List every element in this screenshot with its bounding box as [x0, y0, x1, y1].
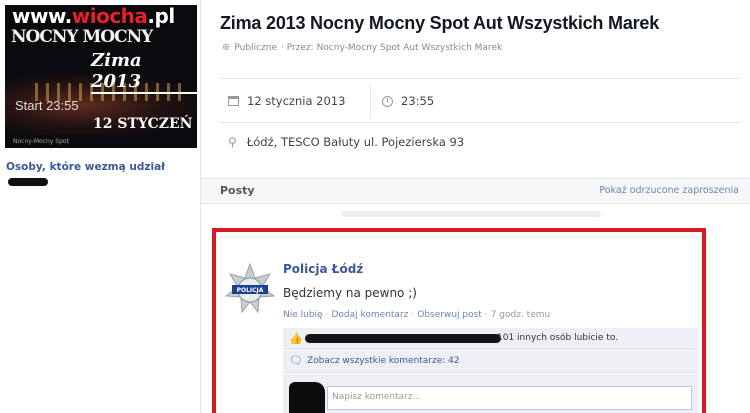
event-time: 23:55 — [382, 94, 434, 108]
post-timestamp[interactable]: 7 godz. temu — [491, 310, 551, 320]
follow-post-link[interactable]: Obserwuj post — [417, 310, 482, 320]
view-comments-row[interactable]: 🗨 Zobacz wszystkie komentarze: 42 — [283, 351, 698, 373]
event-date-text: 12 stycznia 2013 — [247, 94, 346, 108]
view-all-comments-link[interactable]: Zobacz wszystkie komentarze: 42 — [307, 356, 460, 366]
event-datetime-row: 12 stycznia 2013 23:55 — [220, 79, 740, 123]
calendar-icon — [228, 96, 239, 106]
watermark-brand: wiocha — [71, 4, 148, 28]
post-actions: Nie lubię · Dodaj komentarz · Obserwuj p… — [283, 310, 550, 320]
likes-row: 👍 101 innych osób lubicie to. — [283, 328, 698, 350]
event-date: 12 stycznia 2013 — [228, 94, 345, 108]
event-location-text: Łódź, TESCO Bałuty ul. Pojezierska 93 — [246, 135, 465, 149]
show-rejected-invitations-link[interactable]: Pokaż odrzucone zaproszenia — [599, 185, 739, 196]
unlike-link[interactable]: Nie lubię — [283, 310, 323, 320]
cover-start-time: Start 23:55 — [15, 98, 79, 113]
event-meta: ⊕ Publiczne · Przez: Nocny-Mocny Spot Au… — [222, 42, 502, 53]
watermark-prefix: www. — [12, 4, 72, 28]
redacted-count — [8, 178, 48, 186]
clock-icon — [382, 95, 393, 107]
comment-input[interactable]: Napisz komentarz... — [327, 386, 692, 410]
event-time-text: 23:55 — [401, 94, 435, 108]
separator-dot: · — [325, 310, 329, 320]
redacted-names — [305, 334, 501, 343]
event-host[interactable]: · Przez: Nocny-Mocny Spot Aut Wszystkich… — [281, 43, 502, 53]
event-title: Zima 2013 Nocny Mocny Spot Aut Wszystkic… — [220, 13, 660, 33]
posts-header: Posty Pokaż odrzucone zaproszenia — [201, 178, 750, 204]
cover-date: 12 STYCZEŃ — [93, 116, 193, 132]
separator-dot: · — [411, 310, 415, 320]
posts-label: Posty — [220, 184, 255, 197]
highlighted-post: POLICJA Policja Łódź Będziemy na pewno ;… — [212, 228, 706, 413]
divider — [370, 85, 371, 117]
separator-dot: · — [484, 310, 488, 320]
cover-title-line2: Zima 2013 — [91, 50, 197, 94]
cover-small-caption: Nocny-Mocny Spot — [13, 138, 69, 145]
likes-text[interactable]: 101 innych osób lubicie to. — [497, 333, 618, 343]
left-column: NOCNY MOCNY Zima 2013 Start 23:55 12 STY… — [0, 0, 200, 413]
post-text: Będziemy na pewno ;) — [283, 286, 417, 300]
faded-composer — [341, 211, 601, 217]
comment-bubble-icon: 🗨 — [289, 354, 303, 367]
police-badge-icon[interactable]: POLICJA — [224, 262, 276, 318]
add-comment-link[interactable]: Dodaj komentarz — [331, 310, 408, 320]
cover-title-line1: NOCNY MOCNY — [11, 27, 153, 47]
location-pin-icon: ⚲ — [228, 135, 237, 149]
event-visibility: Publiczne — [234, 42, 277, 53]
site-watermark: www.wiocha.pl — [12, 4, 175, 28]
event-location: ⚲ Łódź, TESCO Bałuty ul. Pojezierska 93 — [228, 135, 464, 149]
thumbs-up-icon: 👍 — [289, 332, 303, 345]
post-author[interactable]: Policja Łódź — [283, 262, 363, 276]
watermark-suffix: .pl — [147, 4, 175, 28]
post-top-edge — [216, 232, 702, 238]
globe-icon: ⊕ — [222, 42, 231, 53]
attending-label[interactable]: Osoby, które wezmą udział — [6, 161, 165, 173]
redacted-avatar — [289, 382, 325, 413]
badge-text: POLICJA — [237, 287, 264, 294]
event-info: 12 stycznia 2013 23:55 ⚲ Łódź, TESCO Bał… — [220, 78, 740, 168]
write-comment-row: Napisz komentarz... — [283, 374, 698, 413]
